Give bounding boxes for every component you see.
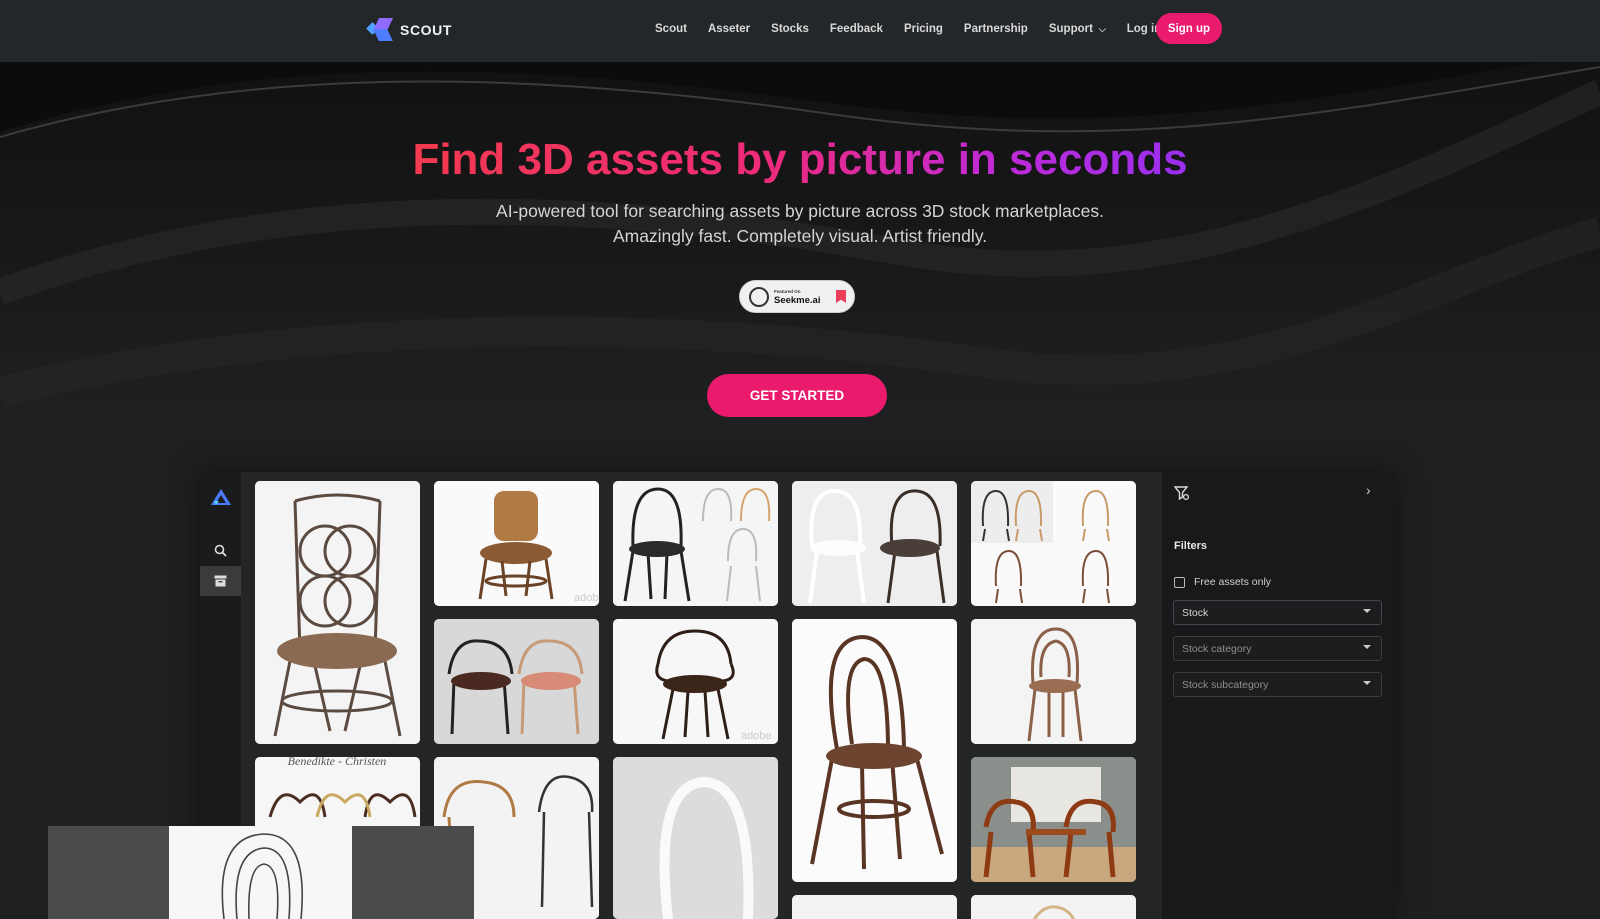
stock-category-select[interactable]: Stock category: [1173, 636, 1382, 661]
stock-select[interactable]: Stock: [1173, 600, 1382, 625]
preview-image: [169, 826, 352, 919]
stock-select-value: Stock: [1182, 606, 1209, 619]
scout-logo-icon: [366, 18, 394, 42]
result-tile[interactable]: [971, 481, 1136, 606]
result-tile[interactable]: [792, 481, 957, 606]
stock-subcategory-select-value: Stock subcategory: [1182, 678, 1269, 691]
nav-link-partnership[interactable]: Partnership: [964, 23, 1028, 35]
hero-subtitle-line2: Amazingly fast. Completely visual. Artis…: [612, 226, 988, 246]
result-tile[interactable]: [434, 619, 599, 744]
nav-support-dropdown[interactable]: Support ⌵: [1049, 23, 1106, 35]
filters-title: Filters: [1174, 540, 1208, 552]
archive-icon: [214, 575, 227, 587]
bookmark-icon: [836, 290, 846, 303]
result-tile[interactable]: [971, 619, 1136, 744]
result-tile[interactable]: [792, 619, 957, 882]
caret-down-icon: [1363, 681, 1371, 685]
result-tile[interactable]: [792, 895, 957, 919]
free-assets-checkbox[interactable]: [1174, 576, 1185, 588]
stock-category-select-value: Stock category: [1182, 642, 1252, 655]
collapse-panel-chevron-icon[interactable]: ›: [1366, 482, 1371, 498]
free-assets-filter[interactable]: Free assets only: [1174, 576, 1271, 588]
logo[interactable]: SCOUT: [366, 18, 452, 42]
result-tile[interactable]: [255, 481, 420, 744]
free-assets-label: Free assets only: [1194, 576, 1272, 588]
hero-section: Find 3D assets by picture in seconds AI-…: [0, 62, 1600, 432]
magnifier-icon: [749, 287, 769, 307]
sidebar-archive-button[interactable]: [200, 566, 241, 596]
watermark-text: adobe: [741, 730, 772, 742]
signup-button[interactable]: Sign up: [1156, 13, 1222, 44]
badge-featured-text: Featured On: [774, 289, 801, 294]
sidebar-search-button[interactable]: [200, 535, 241, 565]
hero-subtitle-line1: AI-powered tool for searching assets by …: [496, 201, 1104, 221]
seekme-featured-badge[interactable]: Featured On Seekme.ai: [739, 280, 855, 313]
result-tile[interactable]: [971, 757, 1136, 882]
result-tile[interactable]: [971, 895, 1136, 919]
result-tile[interactable]: [613, 481, 778, 606]
nav-link-support: Support: [1048, 23, 1093, 35]
filter-settings-icon[interactable]: [1174, 485, 1190, 501]
result-tile[interactable]: [613, 757, 778, 919]
get-started-button[interactable]: GET STARTED: [707, 374, 887, 417]
chevron-down-icon: ⌵: [1098, 24, 1106, 34]
result-tile[interactable]: adobe: [434, 481, 599, 606]
nav-link-feedback[interactable]: Feedback: [830, 23, 883, 35]
caret-down-icon: [1363, 609, 1371, 613]
tile-caption: Benedikte - Christen: [288, 757, 387, 768]
nav-link-scout[interactable]: Scout: [655, 23, 687, 35]
caret-down-icon: [1363, 645, 1371, 649]
image-preview-overlay: [48, 826, 474, 919]
badge-name: Seekme.ai: [774, 295, 821, 306]
nav-links: Scout Asseter Stocks Feedback Pricing Pa…: [655, 0, 1161, 58]
watermark-text: adobe: [574, 592, 599, 604]
stock-subcategory-select[interactable]: Stock subcategory: [1173, 672, 1382, 697]
result-tile[interactable]: adobe: [613, 619, 778, 744]
top-navbar: SCOUT Scout Asseter Stocks Feedback Pric…: [0, 0, 1600, 62]
nav-link-stocks[interactable]: Stocks: [771, 23, 809, 35]
app-logo-icon[interactable]: [210, 488, 232, 506]
hero-title: Find 3D assets by picture in seconds: [412, 135, 1188, 184]
search-icon: [214, 544, 227, 557]
nav-link-asseter[interactable]: Asseter: [708, 23, 750, 35]
filters-panel: › Filters Free assets only Stock Stock c…: [1162, 472, 1394, 919]
nav-link-pricing[interactable]: Pricing: [904, 23, 943, 35]
logo-text: SCOUT: [400, 22, 452, 38]
